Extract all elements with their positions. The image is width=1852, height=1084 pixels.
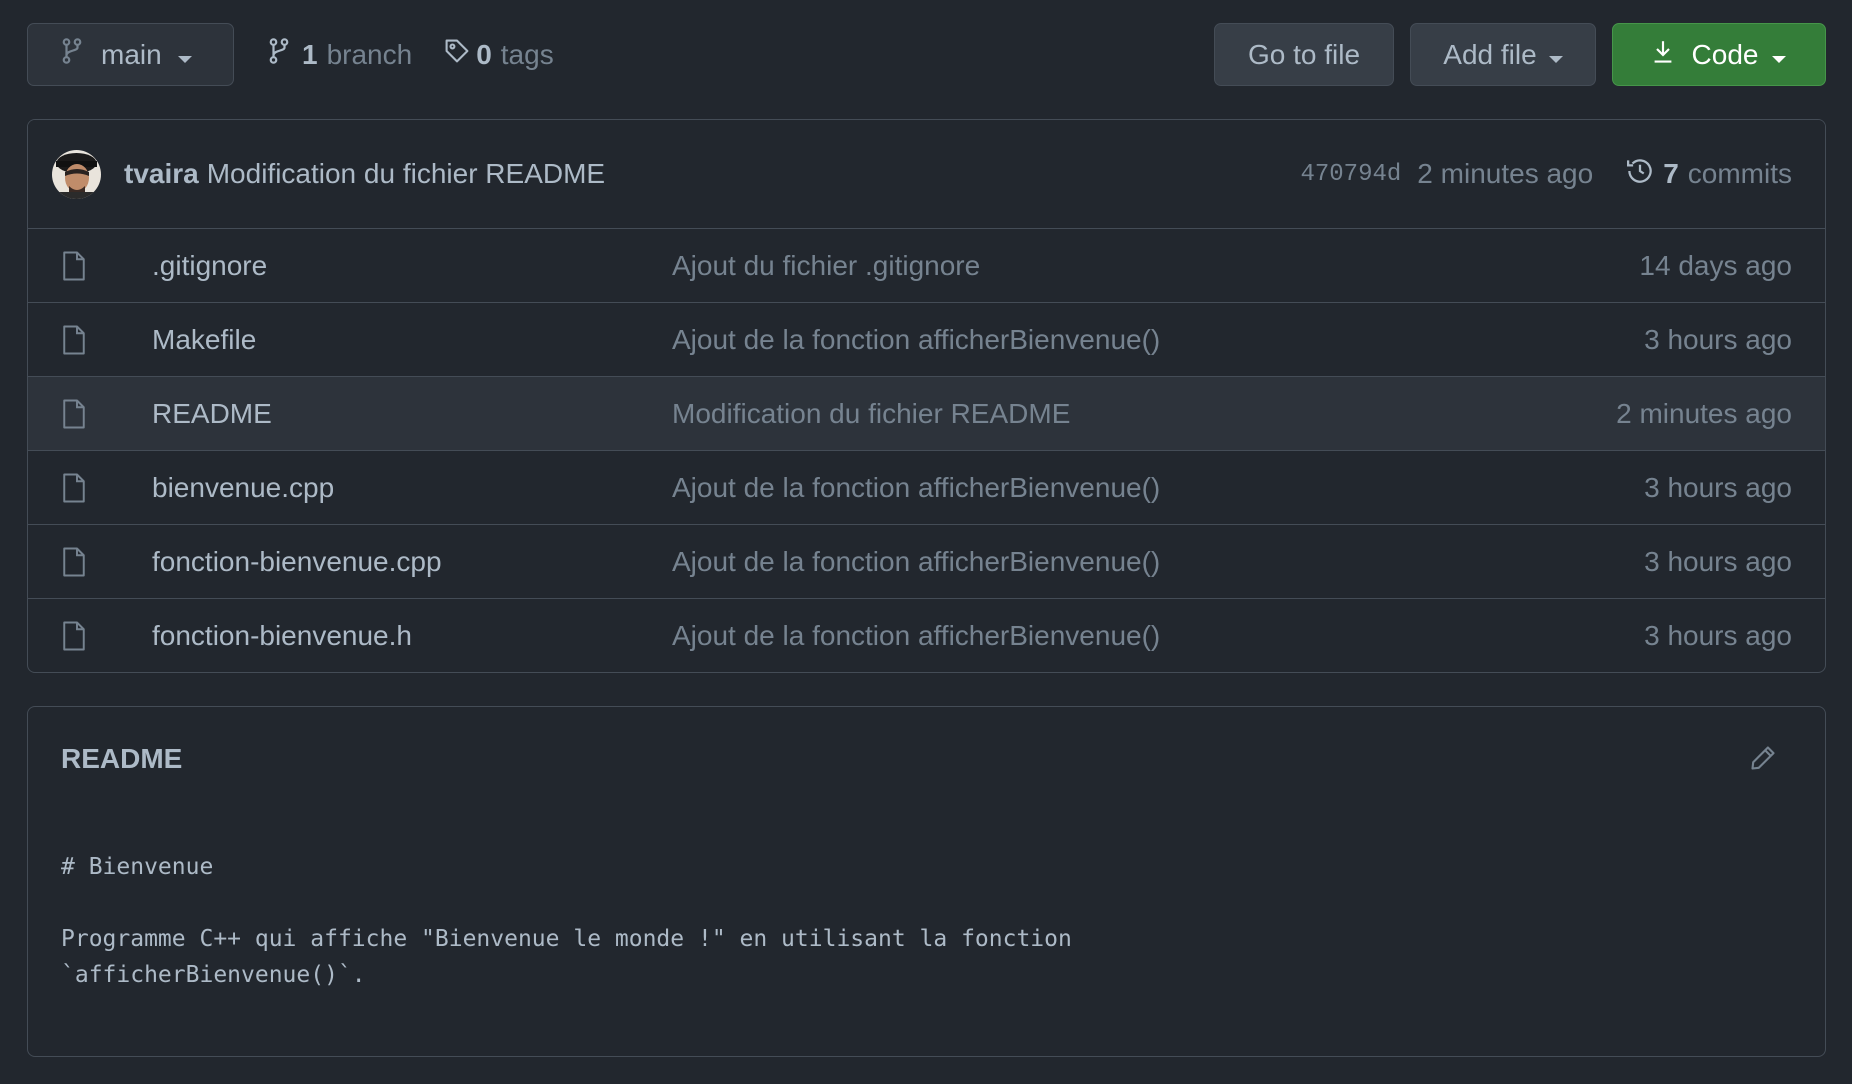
file-name[interactable]: .gitignore [152, 250, 672, 282]
file-age: 3 hours ago [1644, 471, 1792, 503]
file-row[interactable]: .gitignore Ajout du fichier .gitignore 1… [28, 229, 1825, 302]
readme-content: # Bienvenue Programme C++ qui affiche "B… [61, 854, 1072, 988]
commits-count: 7 [1663, 158, 1679, 189]
tags-link[interactable]: 0 tags [444, 38, 554, 71]
add-file-label: Add file [1443, 38, 1537, 70]
latest-commit-bar: tvaira Modification du fichier README 47… [28, 120, 1825, 229]
commit-time: 2 minutes ago [1417, 158, 1594, 189]
file-age: 2 minutes ago [1616, 397, 1792, 429]
code-label: Code [1691, 38, 1759, 70]
readme-title[interactable]: README [61, 743, 182, 775]
branches-label: branch [326, 38, 413, 70]
tag-icon [444, 38, 470, 71]
commit-author[interactable]: tvaira [124, 158, 199, 190]
commit-sha[interactable]: 470794d [1300, 161, 1401, 188]
file-row[interactable]: Makefile Ajout de la fonction afficherBi… [28, 302, 1825, 376]
file-icon [62, 399, 90, 429]
history-icon [1625, 156, 1655, 193]
go-to-file-button[interactable]: Go to file [1214, 23, 1394, 86]
commits-label: commits [1687, 158, 1792, 189]
file-age: 3 hours ago [1644, 619, 1792, 651]
file-age: 3 hours ago [1644, 323, 1792, 355]
file-icon [62, 251, 90, 281]
repo-page: main 1 branch 0 tags Go to file Add file… [0, 0, 1852, 1084]
commits-link[interactable]: 7 commits [1625, 156, 1792, 193]
file-commit-message[interactable]: Ajout de la fonction afficherBienvenue() [672, 620, 1644, 652]
file-age: 3 hours ago [1644, 545, 1792, 577]
file-icon [62, 473, 90, 503]
file-commit-message[interactable]: Ajout de la fonction afficherBienvenue() [672, 324, 1644, 356]
chevron-down-icon [1772, 39, 1787, 71]
branches-count: 1 [302, 38, 318, 70]
file-row[interactable]: fonction-bienvenue.cpp Ajout de la fonct… [28, 524, 1825, 598]
branches-link[interactable]: 1 branch [268, 37, 412, 72]
file-icon [62, 547, 90, 577]
file-commit-message[interactable]: Ajout de la fonction afficherBienvenue() [672, 546, 1644, 578]
file-commit-message[interactable]: Modification du fichier README [672, 398, 1616, 430]
file-name[interactable]: Makefile [152, 324, 672, 356]
file-name[interactable]: fonction-bienvenue.h [152, 620, 672, 652]
chevron-down-icon [177, 39, 192, 71]
tags-count: 0 [476, 38, 492, 70]
tags-label: tags [500, 38, 554, 70]
file-name[interactable]: bienvenue.cpp [152, 472, 672, 504]
file-icon [62, 621, 90, 651]
commit-message[interactable]: Modification du fichier README [207, 158, 605, 190]
file-row[interactable]: bienvenue.cpp Ajout de la fonction affic… [28, 450, 1825, 524]
file-row[interactable]: README Modification du fichier README 2 … [28, 376, 1825, 450]
branch-selector-button[interactable]: main [27, 23, 234, 86]
git-branch-icon [268, 37, 290, 72]
git-branch-icon [61, 37, 83, 72]
chevron-down-icon [1548, 39, 1563, 71]
download-icon [1652, 39, 1674, 71]
file-browser: tvaira Modification du fichier README 47… [27, 119, 1826, 673]
file-name[interactable]: README [152, 398, 672, 430]
readme-panel: README # Bienvenue Programme C++ qui aff… [27, 706, 1826, 1057]
avatar[interactable] [52, 149, 101, 199]
file-row[interactable]: fonction-bienvenue.h Ajout de la fonctio… [28, 598, 1825, 672]
repo-toolbar: main 1 branch 0 tags Go to file Add file… [27, 23, 1826, 86]
file-commit-message[interactable]: Ajout du fichier .gitignore [672, 250, 1639, 282]
file-list: .gitignore Ajout du fichier .gitignore 1… [28, 229, 1825, 672]
pencil-icon[interactable] [1749, 744, 1777, 777]
code-button[interactable]: Code [1612, 23, 1826, 86]
add-file-button[interactable]: Add file [1410, 23, 1596, 86]
file-icon [62, 325, 90, 355]
file-name[interactable]: fonction-bienvenue.cpp [152, 546, 672, 578]
file-commit-message[interactable]: Ajout de la fonction afficherBienvenue() [672, 472, 1644, 504]
branch-selector-label: main [101, 38, 162, 70]
file-age: 14 days ago [1639, 249, 1792, 281]
